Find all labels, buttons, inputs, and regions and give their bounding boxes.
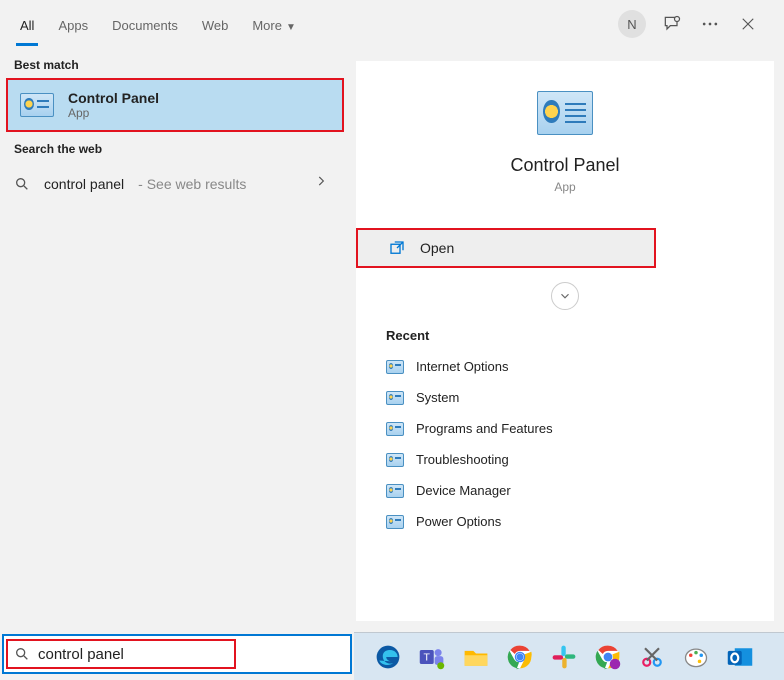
control-panel-icon — [386, 391, 404, 405]
taskbar-chrome-profile-icon[interactable] — [592, 641, 624, 673]
details-column: Control Panel App Open Recent Internet O… — [350, 51, 784, 632]
taskbar-outlook-icon[interactable] — [724, 641, 756, 673]
close-icon[interactable] — [736, 12, 760, 36]
control-panel-icon — [386, 360, 404, 374]
search-icon — [14, 176, 30, 192]
best-match-label: Best match — [0, 48, 350, 78]
main-content: Best match Control Panel App Search the … — [0, 48, 784, 632]
web-query-suffix: - See web results — [138, 176, 246, 192]
chevron-right-icon — [314, 174, 328, 193]
recent-item[interactable]: System — [386, 382, 744, 413]
expand-actions-button[interactable] — [551, 282, 579, 310]
result-subtitle: App — [68, 106, 159, 120]
best-match-result[interactable]: Control Panel App — [6, 78, 344, 132]
recent-item[interactable]: Troubleshooting — [386, 444, 744, 475]
recent-label: Recent — [356, 320, 774, 351]
details-subtitle: App — [356, 180, 774, 194]
taskbar-slack-icon[interactable] — [548, 641, 580, 673]
taskbar-file-explorer-icon[interactable] — [460, 641, 492, 673]
open-icon — [388, 239, 406, 257]
tab-web[interactable]: Web — [190, 4, 241, 45]
svg-text:T: T — [424, 651, 431, 663]
recent-item[interactable]: Programs and Features — [386, 413, 744, 444]
search-web-label: Search the web — [0, 132, 350, 162]
taskbar-teams-icon[interactable]: T — [416, 641, 448, 673]
search-icon — [14, 646, 30, 662]
taskbar-edge-icon[interactable] — [372, 641, 404, 673]
control-panel-icon — [20, 93, 54, 117]
recent-item-label: Device Manager — [416, 483, 511, 498]
tab-documents[interactable]: Documents — [100, 4, 190, 45]
tab-more[interactable]: More ▼ — [240, 4, 308, 45]
feedback-icon[interactable] — [660, 12, 684, 36]
details-title: Control Panel — [356, 155, 774, 176]
web-search-result[interactable]: control panel - See web results — [0, 162, 350, 205]
tab-more-label: More — [252, 18, 282, 33]
tab-all[interactable]: All — [8, 4, 46, 45]
taskbar-snip-icon[interactable] — [636, 641, 668, 673]
chevron-down-icon: ▼ — [286, 22, 296, 33]
open-action[interactable]: Open — [356, 228, 656, 268]
filter-tabs: All Apps Documents Web More ▼ N — [0, 0, 784, 48]
tab-apps[interactable]: Apps — [46, 4, 100, 45]
recent-item-label: Internet Options — [416, 359, 509, 374]
control-panel-icon — [386, 515, 404, 529]
recent-item-label: Troubleshooting — [416, 452, 509, 467]
taskbar-chrome-icon[interactable] — [504, 641, 536, 673]
results-column: Best match Control Panel App Search the … — [0, 48, 350, 632]
result-title: Control Panel — [68, 90, 159, 106]
recent-item[interactable]: Device Manager — [386, 475, 744, 506]
more-options-icon[interactable] — [698, 12, 722, 36]
control-panel-icon — [386, 484, 404, 498]
search-input[interactable] — [38, 646, 340, 663]
web-query-text: control panel — [44, 176, 124, 192]
details-hero: Control Panel App — [356, 91, 774, 212]
title-bar-actions: N — [618, 10, 776, 38]
bottom-bar: T — [0, 632, 784, 680]
recent-item[interactable]: Internet Options — [386, 351, 744, 382]
control-panel-icon — [386, 453, 404, 467]
control-panel-icon — [537, 91, 593, 135]
taskbar: T — [354, 632, 784, 680]
recent-list: Internet Options System Programs and Featu… — [356, 351, 774, 537]
recent-item[interactable]: Power Options — [386, 506, 744, 537]
details-panel: Control Panel App Open Recent Internet O… — [356, 61, 774, 621]
recent-item-label: System — [416, 390, 459, 405]
open-label: Open — [420, 240, 454, 256]
recent-item-label: Programs and Features — [416, 421, 553, 436]
control-panel-icon — [386, 422, 404, 436]
search-box[interactable] — [2, 634, 352, 674]
user-avatar[interactable]: N — [618, 10, 646, 38]
recent-item-label: Power Options — [416, 514, 501, 529]
taskbar-paint-icon[interactable] — [680, 641, 712, 673]
